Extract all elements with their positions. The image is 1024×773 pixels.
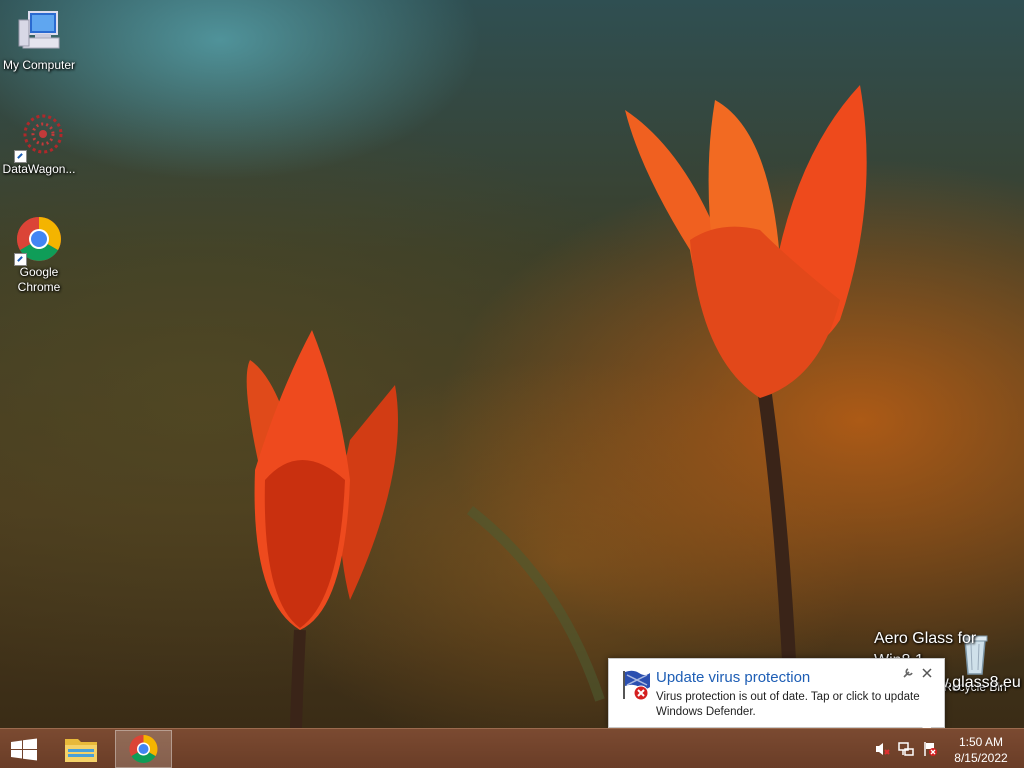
desktop-icon-label: My Computer [2, 58, 76, 72]
desktop-icon-datawagon[interactable]: DataWagon... [0, 112, 78, 177]
desktop-icon-label: Google Chrome [17, 265, 61, 294]
speaker-muted-icon[interactable] [874, 741, 890, 757]
system-clock[interactable]: 1:50 AM 8/15/2022 [946, 734, 1016, 766]
taskbar: 1:50 AM 8/15/2022 [0, 728, 1024, 768]
datawagon-icon [14, 112, 63, 163]
desktop[interactable]: My Computer DataWagon... Google Chrome R… [0, 0, 1024, 728]
shortcut-arrow-icon [14, 150, 27, 163]
defender-warning-icon [619, 669, 651, 701]
desktop-icon-google-chrome[interactable]: Google Chrome [0, 215, 78, 295]
taskbar-file-explorer[interactable] [54, 730, 108, 768]
close-icon[interactable] [920, 667, 934, 681]
settings-wrench-icon[interactable] [901, 667, 915, 681]
notification-body: Virus protection is out of date. Tap or … [656, 691, 920, 718]
chrome-icon [129, 735, 158, 763]
desktop-icon-my-computer[interactable]: My Computer [0, 8, 78, 73]
clock-time: 1:50 AM [958, 735, 1004, 749]
desktop-icon-label: DataWagon... [2, 162, 76, 176]
wallpaper-tulips [246, 85, 867, 728]
computer-icon [15, 8, 63, 56]
windows-start-icon [11, 738, 37, 761]
shortcut-arrow-icon [14, 253, 27, 266]
start-button[interactable] [0, 730, 48, 768]
file-explorer-icon [65, 739, 97, 762]
network-icon[interactable] [898, 741, 914, 757]
taskbar-google-chrome[interactable] [115, 730, 172, 768]
chrome-icon [14, 215, 63, 266]
clock-date: 8/15/2022 [954, 751, 1008, 765]
notification-toast[interactable]: Update virus protection Virus protection… [608, 658, 945, 728]
action-center-error-icon[interactable] [922, 741, 938, 757]
notification-title: Update virus protection [656, 669, 811, 686]
